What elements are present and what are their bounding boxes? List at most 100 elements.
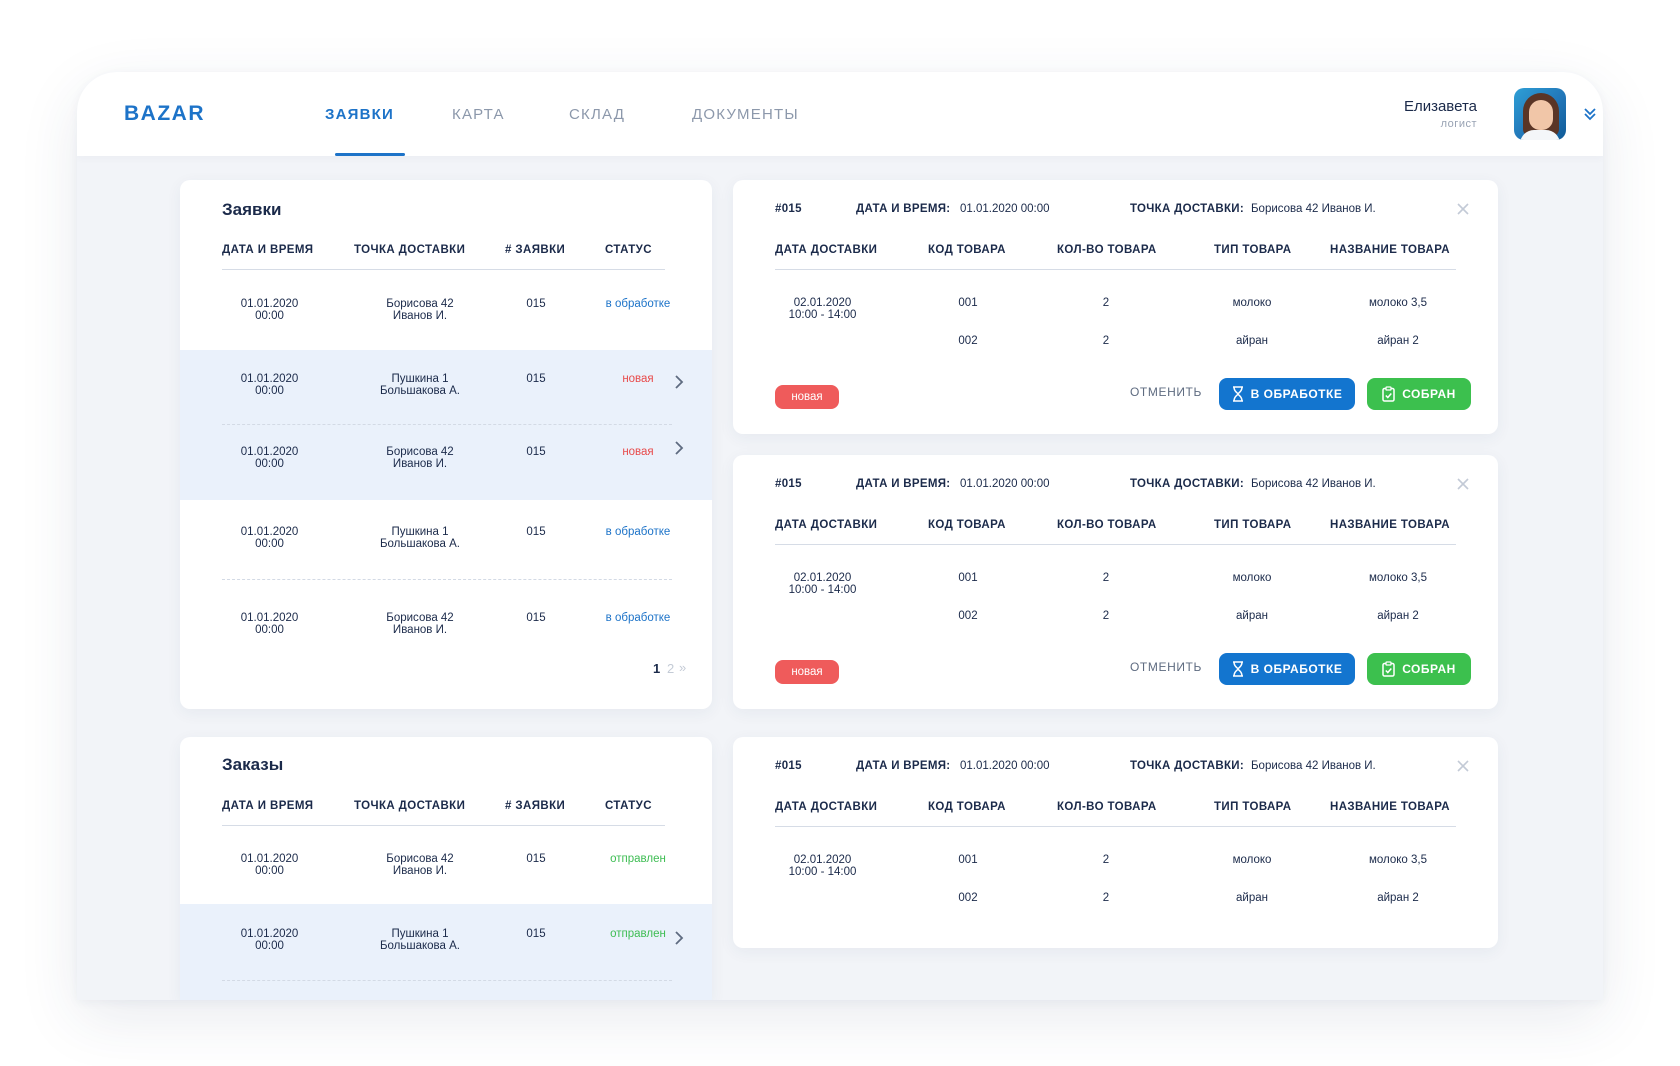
header-divider: [222, 825, 665, 826]
col-header-delivery-date: ДАТА ДОСТАВКИ: [775, 519, 878, 531]
status-badge: отправлен: [610, 853, 666, 865]
item-qty: 2: [1102, 335, 1110, 347]
processing-button[interactable]: В ОБРАБОТКЕ: [1219, 378, 1355, 410]
col-header-point: ТОЧКА ДОСТАВКИ: [354, 800, 466, 812]
row-datetime: 01.01.2020 00:00: [240, 526, 299, 550]
row-number: 015: [526, 612, 546, 624]
row-number: 015: [526, 446, 546, 458]
status-badge: в обработке: [605, 298, 671, 310]
user-role: логист: [1440, 118, 1477, 130]
header-divider: [775, 544, 1456, 545]
row-highlight: [180, 904, 712, 1000]
item-name: молоко 3,5: [1368, 572, 1428, 584]
logo[interactable]: BAZAR: [124, 102, 205, 126]
row-datetime: 01.01.2020 00:00: [240, 928, 299, 952]
pager-current-page[interactable]: 1: [653, 661, 660, 676]
item-type: молоко: [1232, 572, 1272, 584]
col-header-item-name: НАЗВАНИЕ ТОВАРА: [1330, 519, 1450, 531]
row-number: 015: [526, 526, 546, 538]
col-header-number: # ЗАЯВКИ: [505, 800, 566, 812]
item-type: айран: [1236, 610, 1268, 622]
tab-requests[interactable]: ЗАЯВКИ: [325, 106, 394, 123]
order-detail-card: #015 ДАТА И ВРЕМЯ: 01.01.2020 00:00 ТОЧК…: [733, 180, 1498, 434]
requests-title: Заявки: [222, 200, 282, 219]
item-qty: 2: [1102, 297, 1110, 309]
hourglass-icon: [1232, 661, 1243, 677]
item-type: айран: [1236, 892, 1268, 904]
item-qty: 2: [1102, 854, 1110, 866]
active-tab-indicator: [335, 153, 405, 156]
item-code: 001: [958, 854, 978, 866]
chevron-right-icon[interactable]: [674, 374, 684, 390]
row-datetime: 01.01.2020 00:00: [240, 298, 299, 322]
cancel-button[interactable]: ОТМЕНИТЬ: [1130, 385, 1202, 399]
order-date-value: 01.01.2020 00:00: [960, 478, 1050, 490]
row-point: Борисова 42 Иванов И.: [386, 446, 454, 470]
tab-documents[interactable]: ДОКУМЕНТЫ: [692, 106, 799, 123]
row-divider: [222, 980, 672, 981]
pager-next[interactable]: »: [679, 660, 686, 675]
clipboard-check-icon: [1382, 386, 1395, 402]
row-point: Пушкина 1 Большакова А.: [379, 526, 460, 550]
top-header: BAZAR ЗАЯВКИ КАРТА СКЛАД ДОКУМЕНТЫ Елиза…: [77, 72, 1603, 156]
col-header-datetime: ДАТА И ВРЕМЯ: [222, 800, 314, 812]
order-detail-card: #015 ДАТА И ВРЕМЯ: 01.01.2020 00:00 ТОЧК…: [733, 737, 1498, 948]
collected-button[interactable]: СОБРАН: [1367, 653, 1471, 685]
row-point: Борисова 42 Иванов И.: [386, 298, 454, 322]
order-detail-card: #015 ДАТА И ВРЕМЯ: 01.01.2020 00:00 ТОЧК…: [733, 455, 1498, 709]
item-type: молоко: [1232, 854, 1272, 866]
row-datetime: 01.01.2020 00:00: [240, 373, 299, 397]
chevron-right-icon[interactable]: [674, 930, 684, 946]
avatar[interactable]: [1514, 88, 1566, 140]
pager-page-2[interactable]: 2: [667, 661, 674, 676]
col-header-item-qty: КОЛ-ВО ТОВАРА: [1057, 244, 1157, 256]
processing-button[interactable]: В ОБРАБОТКЕ: [1219, 653, 1355, 685]
item-qty: 2: [1102, 610, 1110, 622]
status-badge: новая: [622, 446, 654, 458]
requests-card: Заявки ДАТА И ВРЕМЯ ТОЧКА ДОСТАВКИ # ЗАЯ…: [180, 180, 712, 709]
app-window: BAZAR ЗАЯВКИ КАРТА СКЛАД ДОКУМЕНТЫ Елиза…: [77, 72, 1603, 1000]
item-type: молоко: [1232, 297, 1272, 309]
close-icon[interactable]: [1456, 202, 1470, 216]
delivery-window: 02.01.2020 10:00 - 14:00: [788, 854, 857, 878]
order-date-value: 01.01.2020 00:00: [960, 760, 1050, 772]
row-datetime: 01.01.2020 00:00: [240, 853, 299, 877]
order-number: #015: [775, 478, 802, 490]
order-point-label: ТОЧКА ДОСТАВКИ:: [1130, 203, 1244, 215]
item-name: айран 2: [1377, 610, 1419, 622]
collected-label: СОБРАН: [1402, 662, 1456, 676]
order-point-value: Борисова 42 Иванов И.: [1251, 478, 1376, 490]
item-name: айран 2: [1377, 335, 1419, 347]
col-header-status: СТАТУС: [605, 800, 652, 812]
col-header-number: # ЗАЯВКИ: [505, 244, 566, 256]
item-name: молоко 3,5: [1368, 297, 1428, 309]
double-chevron-down-icon[interactable]: [1583, 104, 1597, 124]
status-badge: в обработке: [605, 612, 671, 624]
collected-button[interactable]: СОБРАН: [1367, 378, 1471, 410]
row-number: 015: [526, 853, 546, 865]
col-header-datetime: ДАТА И ВРЕМЯ: [222, 244, 314, 256]
clipboard-check-icon: [1382, 661, 1395, 677]
row-divider: [222, 424, 672, 425]
order-point-label: ТОЧКА ДОСТАВКИ:: [1130, 478, 1244, 490]
processing-label: В ОБРАБОТКЕ: [1250, 662, 1343, 676]
item-code: 002: [958, 335, 978, 347]
col-header-item-type: ТИП ТОВАРА: [1214, 519, 1292, 531]
row-datetime: 01.01.2020 00:00: [240, 612, 299, 636]
row-number: 015: [526, 298, 546, 310]
hourglass-icon: [1232, 386, 1243, 402]
order-point-value: Борисова 42 Иванов И.: [1251, 760, 1376, 772]
tab-warehouse[interactable]: СКЛАД: [569, 106, 625, 123]
row-point: Борисова 42 Иванов И.: [386, 853, 454, 877]
status-badge: отправлен: [610, 928, 666, 940]
col-header-point: ТОЧКА ДОСТАВКИ: [354, 244, 466, 256]
row-point: Пушкина 1 Большакова А.: [379, 928, 460, 952]
cancel-button[interactable]: ОТМЕНИТЬ: [1130, 660, 1202, 674]
tab-map[interactable]: КАРТА: [452, 106, 505, 123]
col-header-item-code: КОД ТОВАРА: [928, 801, 1006, 813]
status-badge: новая: [775, 385, 839, 409]
close-icon[interactable]: [1456, 759, 1470, 773]
status-badge: новая: [622, 373, 654, 385]
chevron-right-icon[interactable]: [674, 440, 684, 456]
close-icon[interactable]: [1456, 477, 1470, 491]
